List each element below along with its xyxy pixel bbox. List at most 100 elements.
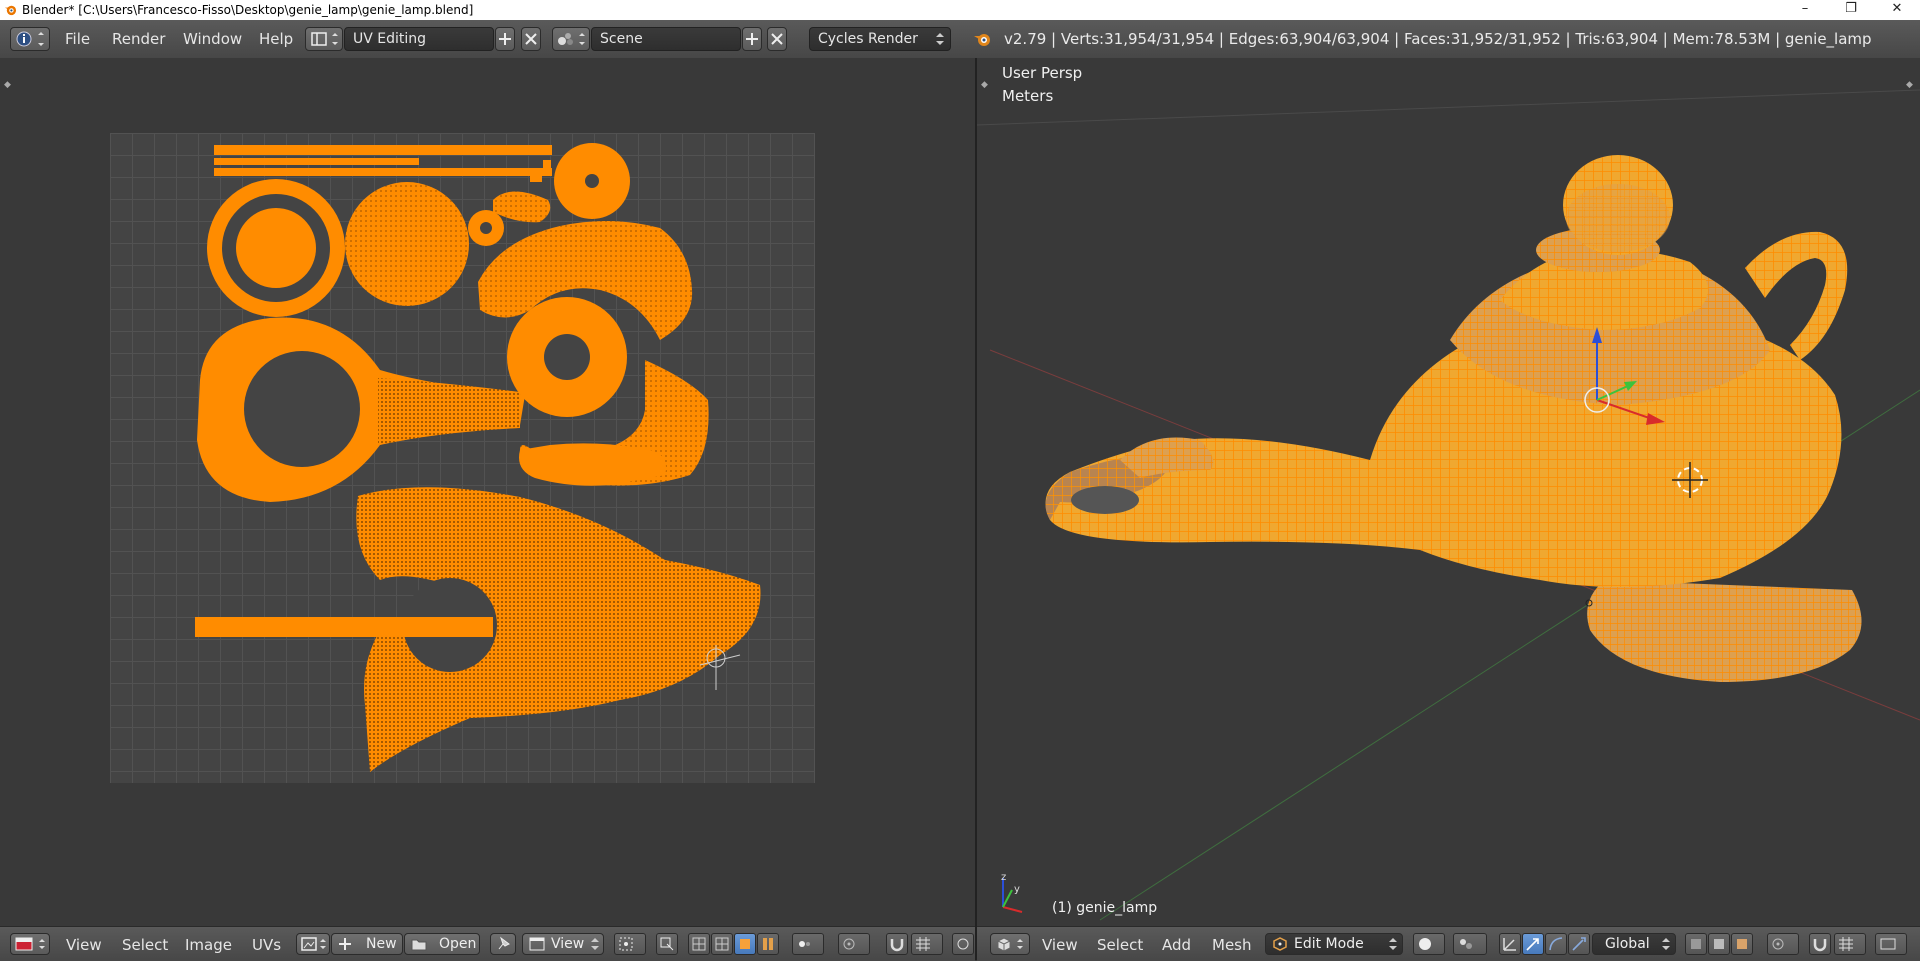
menu-render[interactable]: Render bbox=[112, 30, 165, 48]
interaction-mode-dropdown[interactable]: Edit Mode bbox=[1265, 933, 1403, 955]
screen-layout-selector[interactable] bbox=[305, 27, 343, 51]
viewport-scene[interactable]: z y bbox=[977, 58, 1920, 926]
svg-text:y: y bbox=[1014, 884, 1020, 895]
window-titlebar: Blender* [C:\Users\Francesco-Fisso\Deskt… bbox=[0, 0, 1920, 20]
image-icon bbox=[301, 937, 326, 951]
sync-selection-button[interactable] bbox=[656, 933, 678, 955]
menu-help[interactable]: Help bbox=[259, 30, 293, 48]
layer-button-1[interactable] bbox=[1685, 933, 1707, 955]
snap-element-dropdown[interactable] bbox=[911, 933, 943, 955]
layer-button-3[interactable] bbox=[1731, 933, 1753, 955]
uv-view-mode-dropdown[interactable]: View bbox=[522, 933, 604, 955]
scene-name[interactable]: Scene bbox=[591, 27, 741, 51]
delete-scene-button[interactable] bbox=[767, 27, 787, 51]
face-select-mode-button[interactable] bbox=[734, 933, 756, 955]
magnet-icon bbox=[890, 939, 904, 952]
snap-increment-icon bbox=[1839, 937, 1853, 951]
proportional-edit-icon bbox=[1772, 938, 1784, 950]
uv-image-editor[interactable]: ◆ bbox=[0, 58, 975, 926]
folder-icon bbox=[411, 939, 427, 951]
window-title: Blender* [C:\Users\Francesco-Fisso\Deskt… bbox=[22, 3, 474, 17]
uv-editor-type-button[interactable] bbox=[10, 933, 50, 955]
uv-menu-image[interactable]: Image bbox=[185, 936, 232, 954]
render-icon bbox=[974, 34, 990, 46]
new-image-label: New bbox=[366, 936, 397, 952]
proportional-edit-dropdown[interactable] bbox=[838, 933, 870, 955]
3d-menu-add[interactable]: Add bbox=[1162, 936, 1191, 954]
minimize-button[interactable]: – bbox=[1782, 0, 1828, 20]
pivot-point-dropdown[interactable] bbox=[1453, 933, 1487, 955]
info-header: File Render Window Help UV Editing Scene… bbox=[0, 20, 1920, 60]
menu-window[interactable]: Window bbox=[183, 30, 242, 48]
sticky-select-icon bbox=[799, 941, 810, 947]
3d-menu-mesh[interactable]: Mesh bbox=[1212, 936, 1252, 954]
3d-menu-select[interactable]: Select bbox=[1097, 936, 1143, 954]
rotate-manipulator-button[interactable] bbox=[1545, 933, 1567, 955]
translate-manipulator-button[interactable] bbox=[1522, 933, 1544, 955]
scene-selector[interactable] bbox=[552, 27, 590, 51]
scale-manipulator-button[interactable] bbox=[1568, 933, 1590, 955]
viewport-shading-dropdown[interactable] bbox=[1413, 933, 1445, 955]
blender-logo-icon bbox=[4, 5, 17, 16]
add-screen-button[interactable] bbox=[495, 27, 515, 51]
snap-toggle[interactable] bbox=[886, 933, 908, 955]
chevron-updown-icon bbox=[936, 33, 944, 45]
delete-screen-button[interactable] bbox=[521, 27, 541, 51]
new-image-button[interactable]: New bbox=[331, 933, 403, 955]
pivot-icon bbox=[1460, 939, 1472, 949]
open-image-button[interactable]: Open bbox=[404, 933, 480, 955]
screen-layout-name[interactable]: UV Editing bbox=[344, 27, 494, 51]
screen-layout-icon bbox=[311, 32, 338, 46]
restore-button[interactable]: ❐ bbox=[1828, 0, 1874, 20]
scene-stats: v2.79 | Verts:31,954/31,954 | Edges:63,9… bbox=[1004, 30, 1872, 48]
transform-orientation-label: Global bbox=[1605, 936, 1650, 952]
uv-cursor-toggle[interactable] bbox=[952, 933, 974, 955]
3d-editor-type-button[interactable] bbox=[990, 933, 1030, 955]
manipulator-toggle[interactable] bbox=[1499, 933, 1521, 955]
add-scene-button[interactable] bbox=[742, 27, 762, 51]
uv-menu-view[interactable]: View bbox=[66, 936, 102, 954]
proportional-edit-dropdown[interactable] bbox=[1767, 933, 1799, 955]
add-icon bbox=[339, 938, 351, 950]
3d-viewport[interactable]: User Persp Meters ◆ ◆ z y (1) genie_lamp bbox=[977, 58, 1920, 926]
sticky-selection-dropdown[interactable] bbox=[792, 933, 824, 955]
cube-icon bbox=[1737, 939, 1747, 949]
editor-type-button[interactable] bbox=[10, 27, 50, 51]
vertex-select-mode-button[interactable] bbox=[688, 933, 710, 955]
render-engine-dropdown[interactable]: Cycles Render bbox=[809, 27, 951, 51]
opengl-render-button[interactable] bbox=[1875, 933, 1907, 955]
open-image-label: Open bbox=[439, 936, 477, 952]
chevron-updown-icon bbox=[1662, 938, 1670, 950]
magnet-icon bbox=[1813, 939, 1827, 952]
close-icon bbox=[771, 33, 783, 45]
chevron-updown-icon bbox=[1389, 938, 1397, 950]
transform-orientation-dropdown[interactable]: Global bbox=[1592, 933, 1676, 955]
image-browse-button[interactable] bbox=[296, 933, 330, 955]
scene-icon bbox=[558, 33, 585, 45]
render-preview-icon bbox=[1880, 938, 1896, 950]
edge-select-mode-button[interactable] bbox=[711, 933, 733, 955]
uv-menu-uvs[interactable]: UVs bbox=[252, 936, 281, 954]
pivot-dropdown[interactable] bbox=[614, 933, 646, 955]
uv-menu-select[interactable]: Select bbox=[122, 936, 168, 954]
view-mode-icon bbox=[529, 937, 545, 951]
add-icon bbox=[499, 33, 511, 45]
layer-button-2[interactable] bbox=[1708, 933, 1730, 955]
snap-toggle[interactable] bbox=[1809, 933, 1831, 955]
snap-element-dropdown[interactable] bbox=[1834, 933, 1866, 955]
manipulator-icon bbox=[1503, 938, 1516, 951]
close-window-button[interactable]: ✕ bbox=[1874, 0, 1920, 20]
rotate-arc-icon bbox=[1549, 937, 1563, 951]
interaction-mode-label: Edit Mode bbox=[1294, 936, 1364, 952]
svg-text:z: z bbox=[1001, 872, 1006, 883]
edge-select-icon bbox=[715, 937, 729, 951]
3d-menu-view[interactable]: View bbox=[1042, 936, 1078, 954]
pivot-icon bbox=[619, 937, 633, 951]
uv-layout[interactable] bbox=[0, 58, 975, 926]
vertex-select-icon bbox=[692, 937, 706, 951]
3d-view-header: View Select Add Mesh Edit Mode Global bbox=[977, 926, 1920, 961]
proportional-edit-icon bbox=[843, 938, 855, 950]
island-select-mode-button[interactable] bbox=[757, 933, 779, 955]
menu-file[interactable]: File bbox=[65, 30, 90, 48]
pin-image-button[interactable] bbox=[490, 933, 516, 955]
